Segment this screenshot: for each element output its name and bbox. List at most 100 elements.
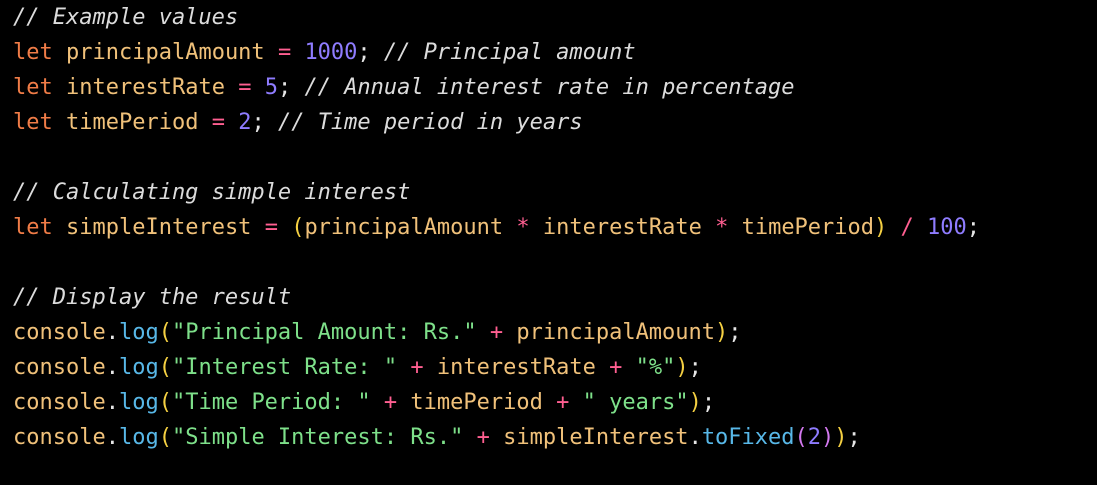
punctuation-token: ; (701, 390, 716, 415)
punctuation-token: ; (728, 320, 742, 345)
identifier-token: principalAmount (516, 320, 716, 345)
punctuation-token (278, 215, 291, 240)
punctuation-token: ; (688, 355, 702, 380)
code-line: // Calculating simple interest (13, 175, 1097, 210)
punctuation-token (914, 215, 927, 240)
operator-token: = (211, 110, 225, 135)
code-line: let interestRate = 5; // Annual interest… (13, 70, 1097, 105)
code-editor[interactable]: // Example values let principalAmount = … (0, 0, 1097, 485)
code-line: console.log("Simple Interest: Rs." + sim… (13, 420, 1097, 455)
punctuation-token: . (105, 320, 119, 345)
code-comment: // Time period in years (277, 110, 583, 135)
operator-token: + (476, 425, 490, 450)
keyword-token: let (13, 40, 53, 65)
punctuation-token (887, 215, 900, 240)
paren-token: ( (291, 215, 305, 240)
punctuation-token (490, 425, 503, 450)
punctuation-token: ; (251, 110, 278, 135)
identifier-token: timePeriod (66, 110, 199, 135)
punctuation-token (265, 40, 278, 65)
identifier-token: console (13, 355, 106, 380)
punctuation-token: ; (277, 75, 305, 100)
code-comment: // Annual interest rate in percentage (304, 75, 795, 100)
punctuation-token: . (105, 390, 119, 415)
punctuation-token (463, 425, 476, 450)
punctuation-token (397, 390, 410, 415)
code-line: let principalAmount = 1000; // Principal… (13, 35, 1097, 70)
identifier-token: timePeriod (741, 215, 875, 240)
identifier-token: simpleInterest (503, 425, 689, 450)
code-comment: // Principal amount (383, 40, 636, 65)
punctuation-token (477, 320, 490, 345)
punctuation-token (503, 320, 516, 345)
keyword-token: let (13, 215, 53, 240)
code-line: console.log("Interest Rate: " + interest… (13, 350, 1097, 385)
punctuation-token (225, 75, 238, 100)
string-literal: "Simple Interest: Rs." (171, 425, 464, 450)
operator-token: / (900, 215, 914, 240)
punctuation-token (53, 75, 66, 100)
paren-token: ( (158, 425, 172, 450)
punctuation-token: ; (847, 425, 861, 450)
paren-token: ) (675, 355, 689, 380)
method-name: log (118, 320, 159, 345)
identifier-token: principalAmount (304, 215, 504, 240)
identifier-token: console (13, 320, 106, 345)
string-literal: "Time Period: " (171, 390, 371, 415)
identifier-token: console (13, 425, 106, 450)
operator-token: + (410, 355, 424, 380)
punctuation-token (251, 215, 264, 240)
code-comment: // Example values (13, 5, 239, 30)
punctuation-token (728, 215, 741, 240)
code-line: let simpleInterest = (principalAmount * … (13, 210, 1097, 245)
operator-token: * (516, 215, 530, 240)
punctuation-token (543, 390, 556, 415)
string-literal: " years" (582, 390, 689, 415)
string-literal: "Interest Rate: " (171, 355, 398, 380)
operator-token: + (609, 355, 623, 380)
method-name: log (118, 425, 159, 450)
punctuation-token (503, 215, 516, 240)
code-line: console.log("Time Period: " + timePeriod… (13, 385, 1097, 420)
paren-token: ) (821, 425, 835, 450)
paren-token: ) (715, 320, 729, 345)
code-comment: // Display the result (13, 285, 292, 310)
punctuation-token: . (688, 425, 702, 450)
punctuation-token (371, 390, 384, 415)
punctuation-token (596, 355, 609, 380)
code-line: let timePeriod = 2; // Time period in ye… (13, 105, 1097, 140)
punctuation-token (225, 110, 238, 135)
paren-token: ) (874, 215, 888, 240)
identifier-token: principalAmount (66, 40, 265, 65)
keyword-token: let (13, 75, 53, 100)
identifier-token: interestRate (542, 215, 702, 240)
punctuation-token (424, 355, 437, 380)
number-literal: 2 (807, 425, 822, 450)
paren-token: ( (158, 355, 172, 380)
method-name: toFixed (701, 425, 795, 450)
paren-token: ( (158, 390, 172, 415)
paren-token: ) (688, 390, 702, 415)
punctuation-token: . (105, 355, 119, 380)
method-name: log (118, 390, 159, 415)
number-literal: 100 (927, 215, 967, 240)
code-line: console.log("Principal Amount: Rs." + pr… (13, 315, 1097, 350)
punctuation-token (53, 215, 66, 240)
number-literal: 1000 (304, 40, 358, 65)
punctuation-token: . (105, 425, 119, 450)
paren-token: ) (834, 425, 848, 450)
string-literal: "%" (635, 355, 676, 380)
operator-token: = (277, 40, 292, 65)
punctuation-token: ; (966, 215, 981, 240)
operator-token: = (238, 75, 252, 100)
code-line: // Display the result (13, 280, 1097, 315)
punctuation-token (397, 355, 410, 380)
identifier-token: interestRate (66, 75, 225, 100)
number-literal: 5 (264, 75, 278, 100)
number-literal: 2 (238, 110, 252, 135)
paren-token: ( (158, 320, 172, 345)
operator-token: + (383, 390, 398, 415)
punctuation-token (53, 110, 66, 135)
